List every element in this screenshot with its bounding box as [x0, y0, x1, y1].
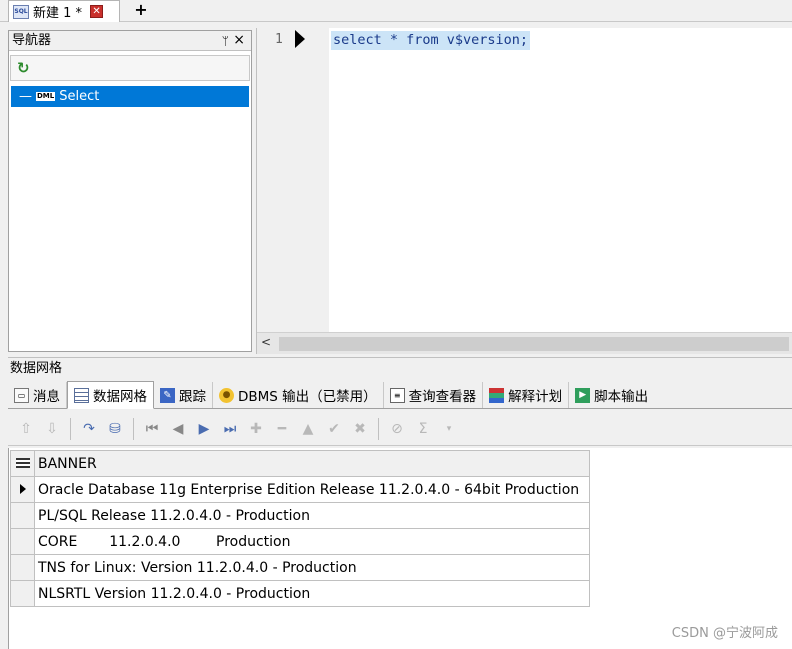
chevron-down-icon[interactable]: ▾: [437, 417, 461, 441]
tab-trace[interactable]: ✎ 跟踪: [154, 382, 213, 408]
delete-record-icon[interactable]: ━: [270, 417, 294, 441]
watermark: CSDN @宁波阿成: [671, 626, 778, 641]
sql-code-line[interactable]: select * from v$version;: [331, 31, 531, 50]
banner-cell[interactable]: CORE 11.2.0.4.0 Production: [34, 528, 590, 555]
toolbar-separator: [133, 417, 134, 440]
banner-cell[interactable]: Oracle Database 11g Enterprise Edition R…: [34, 476, 590, 503]
toolbar-separator: [378, 417, 379, 440]
tree-line: —: [19, 89, 32, 104]
dml-icon: DML: [36, 92, 56, 101]
table-row[interactable]: NLSRTL Version 11.2.0.4.0 - Production: [10, 580, 590, 607]
tab-label: DBMS 输出（已禁用）: [238, 389, 377, 405]
close-icon[interactable]: ×: [233, 31, 245, 50]
first-record-icon[interactable]: ⏮: [140, 417, 164, 441]
new-tab-button[interactable]: +: [128, 0, 154, 22]
row-header[interactable]: [10, 580, 35, 607]
navigator-title: 导航器: [12, 33, 52, 48]
trace-icon: ✎: [160, 387, 175, 403]
tab-script-output[interactable]: ▶ 脚本输出: [569, 382, 654, 408]
tab-label: 解释计划: [508, 389, 563, 405]
edit-record-icon[interactable]: ▲: [296, 417, 320, 441]
row-header[interactable]: [10, 528, 35, 555]
fetch-all-icon[interactable]: ⛁: [103, 417, 127, 441]
message-icon: ▭: [14, 387, 29, 403]
banner-cell[interactable]: TNS for Linux: Version 11.2.0.4.0 - Prod…: [34, 554, 590, 581]
sum-icon[interactable]: Σ: [411, 417, 435, 441]
navigator-header: 导航器 ᛘ ×: [9, 31, 251, 51]
navigator-item-label: Select: [59, 89, 100, 104]
toolbar-separator: [70, 417, 71, 440]
sql-editor[interactable]: 1 select * from v$version; <: [256, 28, 792, 354]
refresh-icon[interactable]: ↻: [17, 59, 30, 77]
sql-file-icon: SQL: [13, 4, 29, 19]
last-record-icon[interactable]: ⏭: [218, 417, 242, 441]
dbms-output-icon: ●: [219, 387, 234, 403]
pin-icon[interactable]: ᛘ: [222, 32, 229, 51]
navigator-panel: 导航器 ᛘ × ↻ — DML Select: [8, 30, 252, 352]
tab-label: 数据网格: [93, 389, 147, 405]
explain-plan-icon: [489, 387, 505, 403]
table-header-row: BANNER: [10, 450, 590, 477]
document-tab-label: 新建 1 *: [33, 6, 83, 21]
column-header-banner[interactable]: BANNER: [34, 450, 590, 477]
tab-query-viewer[interactable]: ≡ 查询查看器: [384, 382, 484, 408]
data-grid-icon: [74, 387, 89, 403]
table-row[interactable]: Oracle Database 11g Enterprise Edition R…: [10, 476, 590, 503]
select-all-cell[interactable]: [10, 450, 35, 477]
scrollbar-thumb[interactable]: [279, 337, 789, 351]
document-tab[interactable]: SQL 新建 1 * ✕: [8, 0, 120, 22]
row-header[interactable]: [10, 554, 35, 581]
line-number: 1: [275, 32, 283, 47]
banner-cell[interactable]: NLSRTL Version 11.2.0.4.0 - Production: [34, 580, 590, 607]
result-table: BANNER Oracle Database 11g Enterprise Ed…: [10, 450, 590, 607]
import-icon[interactable]: ⇩: [40, 417, 64, 441]
previous-record-icon[interactable]: ◀: [166, 417, 190, 441]
next-record-icon[interactable]: ▶: [192, 417, 216, 441]
grid-menu-icon: [15, 457, 30, 468]
script-output-icon: ▶: [575, 387, 591, 403]
current-row-arrow-icon: [19, 483, 26, 494]
refresh-data-icon[interactable]: ↷: [77, 417, 101, 441]
banner-cell[interactable]: PL/SQL Release 11.2.0.4.0 - Production: [34, 502, 590, 529]
tab-label: 脚本输出: [594, 389, 649, 405]
table-row[interactable]: TNS for Linux: Version 11.2.0.4.0 - Prod…: [10, 554, 590, 581]
scroll-left-icon[interactable]: <: [261, 335, 271, 349]
tab-label: 消息: [33, 389, 60, 405]
editor-gutter: 1: [257, 28, 329, 332]
tab-data-grid[interactable]: 数据网格: [67, 381, 154, 409]
filter-icon[interactable]: ⊘: [385, 417, 409, 441]
current-line-arrow-icon: [295, 30, 305, 48]
horizontal-scrollbar[interactable]: <: [257, 332, 792, 354]
row-header[interactable]: [10, 476, 35, 503]
table-row[interactable]: PL/SQL Release 11.2.0.4.0 - Production: [10, 502, 590, 529]
result-tab-row: ▭ 消息 数据网格 ✎ 跟踪 ● DBMS 输出（已禁用） ≡ 查询查看器 解释…: [8, 381, 792, 409]
close-tab-icon[interactable]: ✕: [90, 5, 104, 18]
navigator-toolbar: ↻: [10, 55, 250, 81]
tab-label: 跟踪: [179, 389, 206, 405]
cancel-edit-icon[interactable]: ✖: [348, 417, 372, 441]
tab-label: 查询查看器: [408, 389, 477, 405]
tab-explain-plan[interactable]: 解释计划: [483, 382, 570, 408]
insert-record-icon[interactable]: ✚: [244, 417, 268, 441]
grid-toolbar: ⇧ ⇩ ↷ ⛁ ⏮ ◀ ▶ ⏭ ✚ ━ ▲ ✔ ✖ ⊘ Σ ▾: [8, 412, 792, 446]
tab-dbms-output[interactable]: ● DBMS 输出（已禁用）: [213, 382, 384, 408]
post-edit-icon[interactable]: ✔: [322, 417, 346, 441]
row-header[interactable]: [10, 502, 35, 529]
result-grid: BANNER Oracle Database 11g Enterprise Ed…: [8, 448, 792, 649]
table-row[interactable]: CORE 11.2.0.4.0 Production: [10, 528, 590, 555]
query-viewer-icon: ≡: [389, 387, 405, 403]
export-icon[interactable]: ⇧: [14, 417, 38, 441]
navigator-item-select[interactable]: — DML Select: [11, 86, 249, 107]
data-grid-panel-title: 数据网格: [8, 357, 792, 378]
tab-messages[interactable]: ▭ 消息: [8, 382, 67, 408]
